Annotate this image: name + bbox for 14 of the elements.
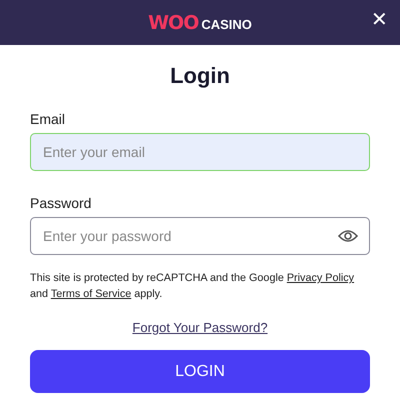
close-button[interactable]: ✕	[367, 8, 392, 32]
input-field[interactable]: Enter your password	[30, 217, 370, 255]
field-label: Email	[30, 111, 66, 127]
login-button[interactable]: LOGIN	[30, 350, 370, 394]
field-label: Password	[30, 195, 92, 211]
recaptcha-notice: This site is protected by reCAPTCHA and the Google Privacy Policy and Terms of Service apply.	[30, 271, 356, 302]
eye-icon[interactable]	[338, 229, 358, 243]
policy-link[interactable]: Terms of Service	[50, 288, 132, 300]
forgot-password-link[interactable]: Forgot Your Password?	[132, 320, 268, 336]
login-title: Login	[170, 63, 230, 89]
policy-link[interactable]: Privacy Policy	[286, 272, 354, 284]
input-field[interactable]: Enter your email	[30, 133, 370, 171]
logo-text: CASINO	[201, 16, 252, 32]
logo-brand: WOO	[148, 12, 198, 34]
